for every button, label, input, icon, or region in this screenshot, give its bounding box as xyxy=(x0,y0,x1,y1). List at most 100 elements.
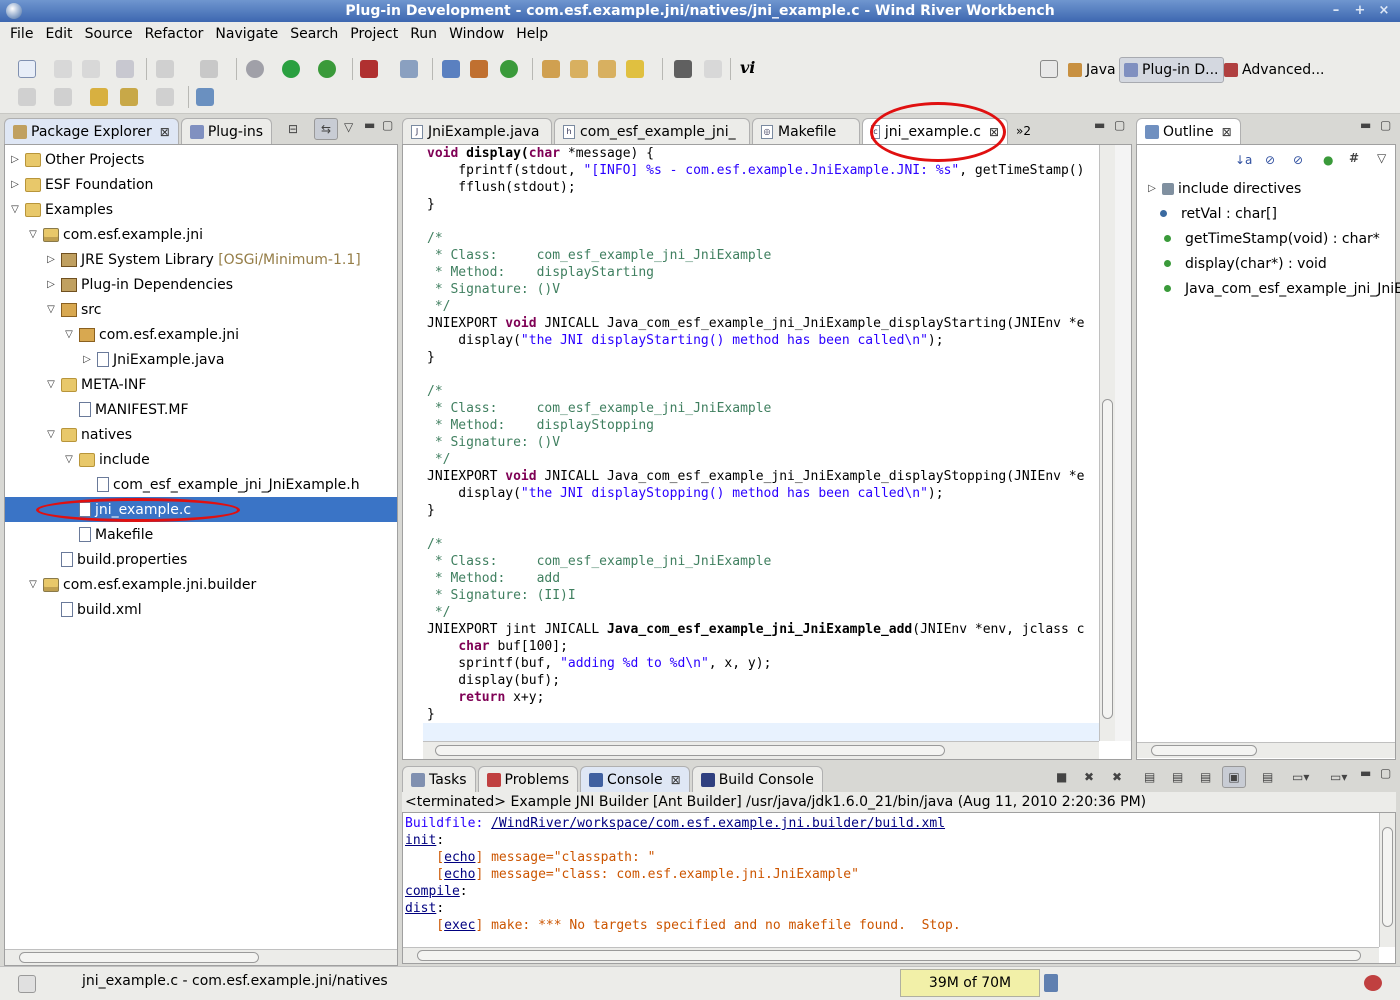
remove-launch-icon[interactable]: ✖ xyxy=(1084,770,1094,784)
display-console-icon[interactable]: ▤ xyxy=(1262,770,1273,784)
menu-run[interactable]: Run xyxy=(404,26,443,42)
code-editor[interactable]: void display(char *message) { fprintf(st… xyxy=(402,144,1132,760)
minimize-view-icon[interactable]: ▬ xyxy=(1360,118,1371,132)
forward-icon[interactable] xyxy=(156,88,174,106)
show-on-output-icon[interactable]: ▤ xyxy=(1200,770,1211,784)
menu-search[interactable]: Search xyxy=(284,26,344,42)
tree-node[interactable]: ▽ META-INF xyxy=(45,372,146,397)
scroll-thumb[interactable] xyxy=(417,950,1361,961)
close-icon[interactable]: ⊠ xyxy=(671,773,681,787)
vi-icon[interactable]: vi xyxy=(740,58,755,77)
new-icon[interactable] xyxy=(18,60,36,78)
progress-icon[interactable] xyxy=(1364,975,1382,991)
new-class-icon[interactable] xyxy=(500,60,518,78)
gear-icon[interactable] xyxy=(246,60,264,78)
scroll-thumb[interactable] xyxy=(435,745,945,756)
tree-node[interactable]: ▽ src xyxy=(45,297,101,322)
maximize-view-icon[interactable]: ▢ xyxy=(1380,118,1391,132)
buildfile-link[interactable]: /WindRiver/workspace/com.esf.example.jni… xyxy=(491,816,945,831)
scroll-thumb[interactable] xyxy=(1102,399,1113,719)
tree-node[interactable]: ▽ include xyxy=(63,447,150,472)
fast-view-icon[interactable] xyxy=(18,975,36,993)
sort-icon[interactable]: ↓a xyxy=(1235,153,1252,167)
new-console-icon[interactable]: ▭▾ xyxy=(1330,770,1347,784)
hide-nonpublic-icon[interactable]: ● xyxy=(1323,153,1333,167)
save-icon[interactable] xyxy=(54,60,72,78)
build-icon[interactable] xyxy=(116,60,134,78)
menu-edit[interactable]: Edit xyxy=(39,26,78,42)
pin-console-icon[interactable]: ▣ xyxy=(1222,766,1246,788)
link-editor-icon[interactable]: ⇆ xyxy=(314,118,338,140)
profile-icon[interactable] xyxy=(400,60,418,78)
open-type-icon[interactable] xyxy=(542,60,560,78)
horizontal-scrollbar[interactable] xyxy=(423,741,1099,759)
bug-icon[interactable] xyxy=(674,60,692,78)
tab-plugins[interactable]: Plug-ins xyxy=(180,118,273,144)
back-icon[interactable] xyxy=(120,88,138,106)
minimize-editor-icon[interactable]: ▬ xyxy=(1094,118,1105,132)
tree-node[interactable]: ▷ Other Projects xyxy=(9,147,144,172)
new-java-project-icon[interactable] xyxy=(442,60,460,78)
annotation-icon[interactable] xyxy=(626,60,644,78)
open-console-icon[interactable]: ▭▾ xyxy=(1292,770,1309,784)
tree-node[interactable]: ▽ com.esf.example.jni xyxy=(27,222,203,247)
vertical-scrollbar[interactable] xyxy=(1099,145,1115,741)
horizontal-scrollbar[interactable] xyxy=(403,947,1379,963)
close-icon[interactable]: ⊠ xyxy=(1222,125,1232,139)
tab-console[interactable]: Console ⊠ xyxy=(580,766,690,792)
more-tabs-button[interactable]: »2 xyxy=(1010,118,1031,144)
minimize-button[interactable]: – xyxy=(1326,2,1346,20)
minimize-view-icon[interactable]: ▬ xyxy=(1360,766,1371,780)
tab-header-file[interactable]: h com_esf_example_jni_ xyxy=(554,118,750,144)
console-output[interactable]: Buildfile: /WindRiver/workspace/com.esf.… xyxy=(402,812,1396,964)
perspective-java[interactable]: Java xyxy=(1064,57,1120,83)
clear-console-icon[interactable]: ▤ xyxy=(1144,770,1155,784)
tree-node[interactable]: ▽ natives xyxy=(45,422,132,447)
maximize-button[interactable]: + xyxy=(1350,2,1370,20)
external-tools-icon[interactable] xyxy=(318,60,336,78)
menu-help[interactable]: Help xyxy=(510,26,554,42)
tree-node[interactable]: ▷ JniExample.java xyxy=(81,347,224,372)
scroll-thumb[interactable] xyxy=(19,952,259,963)
prev-annotation-icon[interactable] xyxy=(54,88,72,106)
scroll-lock-icon[interactable]: ▤ xyxy=(1172,770,1183,784)
menu-navigate[interactable]: Navigate xyxy=(209,26,284,42)
debug-icon[interactable] xyxy=(360,60,378,78)
open-task-icon[interactable] xyxy=(570,60,588,78)
open-perspective-button[interactable] xyxy=(1040,60,1058,78)
menu-source[interactable]: Source xyxy=(79,26,139,42)
scroll-thumb[interactable] xyxy=(1151,745,1257,756)
tab-build-console[interactable]: Build Console xyxy=(691,766,823,792)
task-link[interactable]: echo xyxy=(444,867,475,882)
terminate-icon[interactable]: ■ xyxy=(1056,770,1067,784)
tab-problems[interactable]: Problems xyxy=(477,766,579,792)
open-perspective-icon[interactable] xyxy=(196,88,214,106)
run-icon[interactable] xyxy=(282,60,300,78)
outline-item[interactable]: display(char*) : void xyxy=(1146,251,1327,276)
view-menu-icon[interactable]: ▽ xyxy=(344,120,353,134)
menu-window[interactable]: Window xyxy=(443,26,510,42)
outline-item[interactable]: getTimeStamp(void) : char* xyxy=(1146,226,1380,251)
menu-file[interactable]: File xyxy=(4,26,39,42)
hide-macros-icon[interactable]: # xyxy=(1349,151,1359,165)
tree-node[interactable]: ▷ ESF Foundation xyxy=(9,172,153,197)
tab-makefile[interactable]: ◎ Makefile xyxy=(752,118,860,144)
tree-node[interactable]: com_esf_example_jni_JniExample.h xyxy=(81,472,360,497)
new-package-icon[interactable] xyxy=(470,60,488,78)
tree-node[interactable]: ▷ JRE System Library [OSGi/Minimum-1.1] xyxy=(45,247,361,272)
horizontal-scrollbar[interactable] xyxy=(5,949,397,965)
view-menu-icon[interactable]: ▽ xyxy=(1377,151,1386,165)
outline-item[interactable]: ▷ include directives xyxy=(1146,176,1301,201)
tree-node[interactable]: build.xml xyxy=(45,597,142,622)
menu-project[interactable]: Project xyxy=(344,26,404,42)
outline-item[interactable]: Java_com_esf_example_jni_JniE xyxy=(1146,276,1400,301)
debug-config-icon[interactable] xyxy=(156,60,174,78)
garbage-collect-icon[interactable] xyxy=(1044,974,1058,992)
horizontal-scrollbar[interactable] xyxy=(1137,742,1395,758)
tree-node[interactable]: Makefile xyxy=(63,522,153,547)
expand-icon[interactable]: ▷ xyxy=(1146,183,1158,194)
tab-outline[interactable]: Outline ⊠ xyxy=(1136,118,1241,144)
target-link[interactable]: init xyxy=(405,833,436,848)
pin-icon[interactable] xyxy=(704,60,722,78)
task-link[interactable]: echo xyxy=(444,850,475,865)
